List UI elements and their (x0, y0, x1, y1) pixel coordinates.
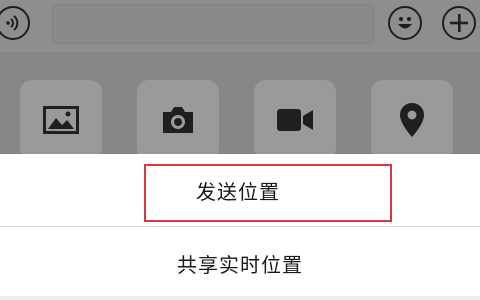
voice-button[interactable] (0, 6, 30, 40)
highlight-annotation-box (144, 164, 392, 222)
attachment-panel (0, 52, 480, 160)
message-input[interactable] (52, 4, 374, 44)
plus-button[interactable] (442, 6, 476, 40)
photo-album-button[interactable] (20, 80, 102, 160)
image-icon (43, 106, 79, 134)
sheet-bottom-strip (0, 296, 480, 300)
camera-icon (163, 107, 193, 133)
plus-icon (450, 14, 468, 32)
share-live-location-label: 共享实时位置 (177, 252, 303, 277)
video-call-button[interactable] (254, 80, 336, 160)
voice-icon (6, 15, 19, 31)
emoji-button[interactable] (388, 6, 422, 40)
location-action-sheet: 发送位置 共享实时位置 (0, 154, 480, 300)
location-button[interactable] (371, 80, 453, 160)
camera-button[interactable] (137, 80, 219, 160)
location-pin-icon (400, 103, 424, 137)
share-live-location-option[interactable]: 共享实时位置 (0, 227, 480, 299)
chat-input-bar (0, 0, 480, 52)
video-icon (277, 109, 313, 131)
emoji-icon (398, 17, 412, 29)
